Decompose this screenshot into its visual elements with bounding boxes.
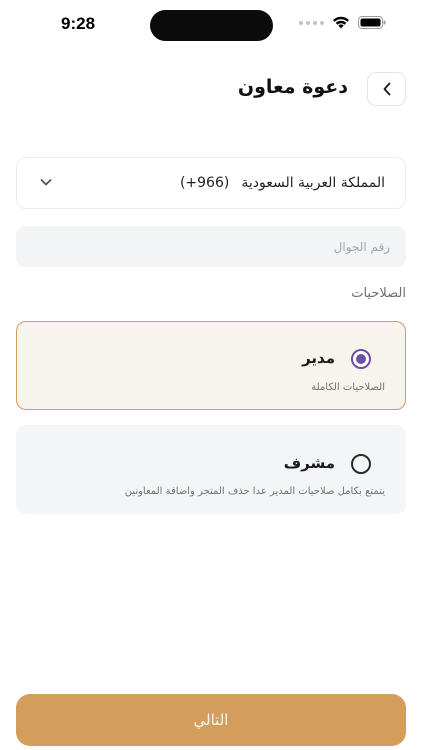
battery-icon bbox=[358, 16, 386, 29]
chevron-left-icon bbox=[383, 82, 390, 96]
role-option-supervisor[interactable]: مشرف يتمتع بكامل صلاحيات المدير عدا حذف … bbox=[16, 425, 406, 514]
page-title: دعوة معاون bbox=[237, 76, 348, 98]
header: دعوة معاون bbox=[0, 72, 422, 106]
role-option-manager[interactable]: مدير الصلاحيات الكاملة bbox=[16, 321, 406, 410]
radio-selected-icon[interactable] bbox=[351, 349, 371, 369]
permissions-label: الصلاحيات bbox=[351, 286, 406, 301]
country-code: (+966) bbox=[179, 175, 230, 191]
status-icons bbox=[299, 16, 386, 29]
role-description: يتمتع بكامل صلاحيات المدير عدا حذف المتج… bbox=[124, 486, 385, 497]
country-selected-value: المملكة العربية السعودية (+966) bbox=[180, 175, 385, 191]
phone-input[interactable] bbox=[16, 226, 406, 267]
status-bar: 9:28 bbox=[0, 0, 422, 50]
role-title: مشرف bbox=[283, 454, 335, 472]
next-button[interactable]: التالي bbox=[16, 694, 406, 746]
dynamic-island bbox=[150, 10, 273, 41]
signal-dots-icon bbox=[299, 20, 324, 25]
role-description: الصلاحيات الكاملة bbox=[311, 382, 385, 393]
radio-unselected-icon[interactable] bbox=[351, 454, 371, 474]
role-title: مدير bbox=[302, 349, 335, 367]
status-time: 9:28 bbox=[61, 14, 96, 33]
chevron-down-icon bbox=[40, 179, 52, 186]
wifi-icon bbox=[333, 16, 349, 29]
country-name: المملكة العربية السعودية bbox=[241, 175, 385, 191]
country-select[interactable]: المملكة العربية السعودية (+966) bbox=[16, 157, 406, 209]
back-button[interactable] bbox=[367, 72, 406, 106]
